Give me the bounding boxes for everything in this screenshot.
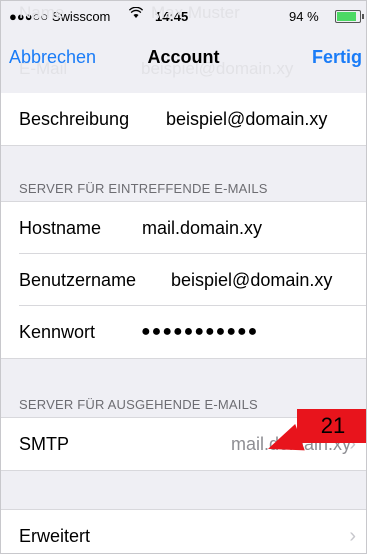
wifi-icon xyxy=(128,6,144,22)
description-value[interactable]: beispiel@domain.xy xyxy=(166,109,327,130)
ghost-name-value: Max Muster xyxy=(151,3,240,22)
battery-percent: 94 % xyxy=(289,9,319,24)
password-label: Kennwort xyxy=(19,322,96,342)
hostname-label: Hostname xyxy=(19,218,102,238)
annotation-callout: 21 xyxy=(263,409,366,462)
callout-number: 21 xyxy=(297,409,366,443)
password-value[interactable]: ●●●●●●●●●●● xyxy=(141,323,258,341)
incoming-section-header: SERVER FÜR EINTREFFENDE E-MAILS xyxy=(19,181,268,196)
password-row[interactable]: Kennwort ●●●●●●●●●●● xyxy=(1,306,366,358)
description-label: Beschreibung xyxy=(19,109,130,129)
incoming-group: Hostname mail.domain.xy Benutzername bei… xyxy=(1,202,366,358)
chevron-right-icon: › xyxy=(349,525,356,547)
advanced-row[interactable]: Erweitert › xyxy=(1,510,366,553)
description-row[interactable]: Beschreibung beispiel@domain.xy xyxy=(1,93,366,145)
advanced-group: Erweitert › xyxy=(1,510,366,553)
done-button[interactable]: Fertig xyxy=(312,47,362,68)
battery-icon xyxy=(335,10,364,23)
hostname-row[interactable]: Hostname mail.domain.xy xyxy=(1,202,366,254)
outgoing-section-header: SERVER FÜR AUSGEHENDE E-MAILS xyxy=(19,397,258,412)
ghost-name-label: Name xyxy=(19,3,65,22)
hostname-value[interactable]: mail.domain.xy xyxy=(142,218,262,239)
battery-fill xyxy=(337,12,356,21)
settings-screen: ●●●○○ Swisscom 14:45 94 % Name Max Muste… xyxy=(0,0,367,554)
advanced-label: Erweitert xyxy=(19,526,91,546)
username-value[interactable]: beispiel@domain.xy xyxy=(171,270,332,291)
account-group: Beschreibung beispiel@domain.xy xyxy=(1,93,366,145)
smtp-label: SMTP xyxy=(19,434,70,454)
username-label: Benutzername xyxy=(19,270,137,290)
nav-bar: Abbrechen Account Fertig xyxy=(1,31,366,75)
username-row[interactable]: Benutzername beispiel@domain.xy xyxy=(1,254,366,306)
